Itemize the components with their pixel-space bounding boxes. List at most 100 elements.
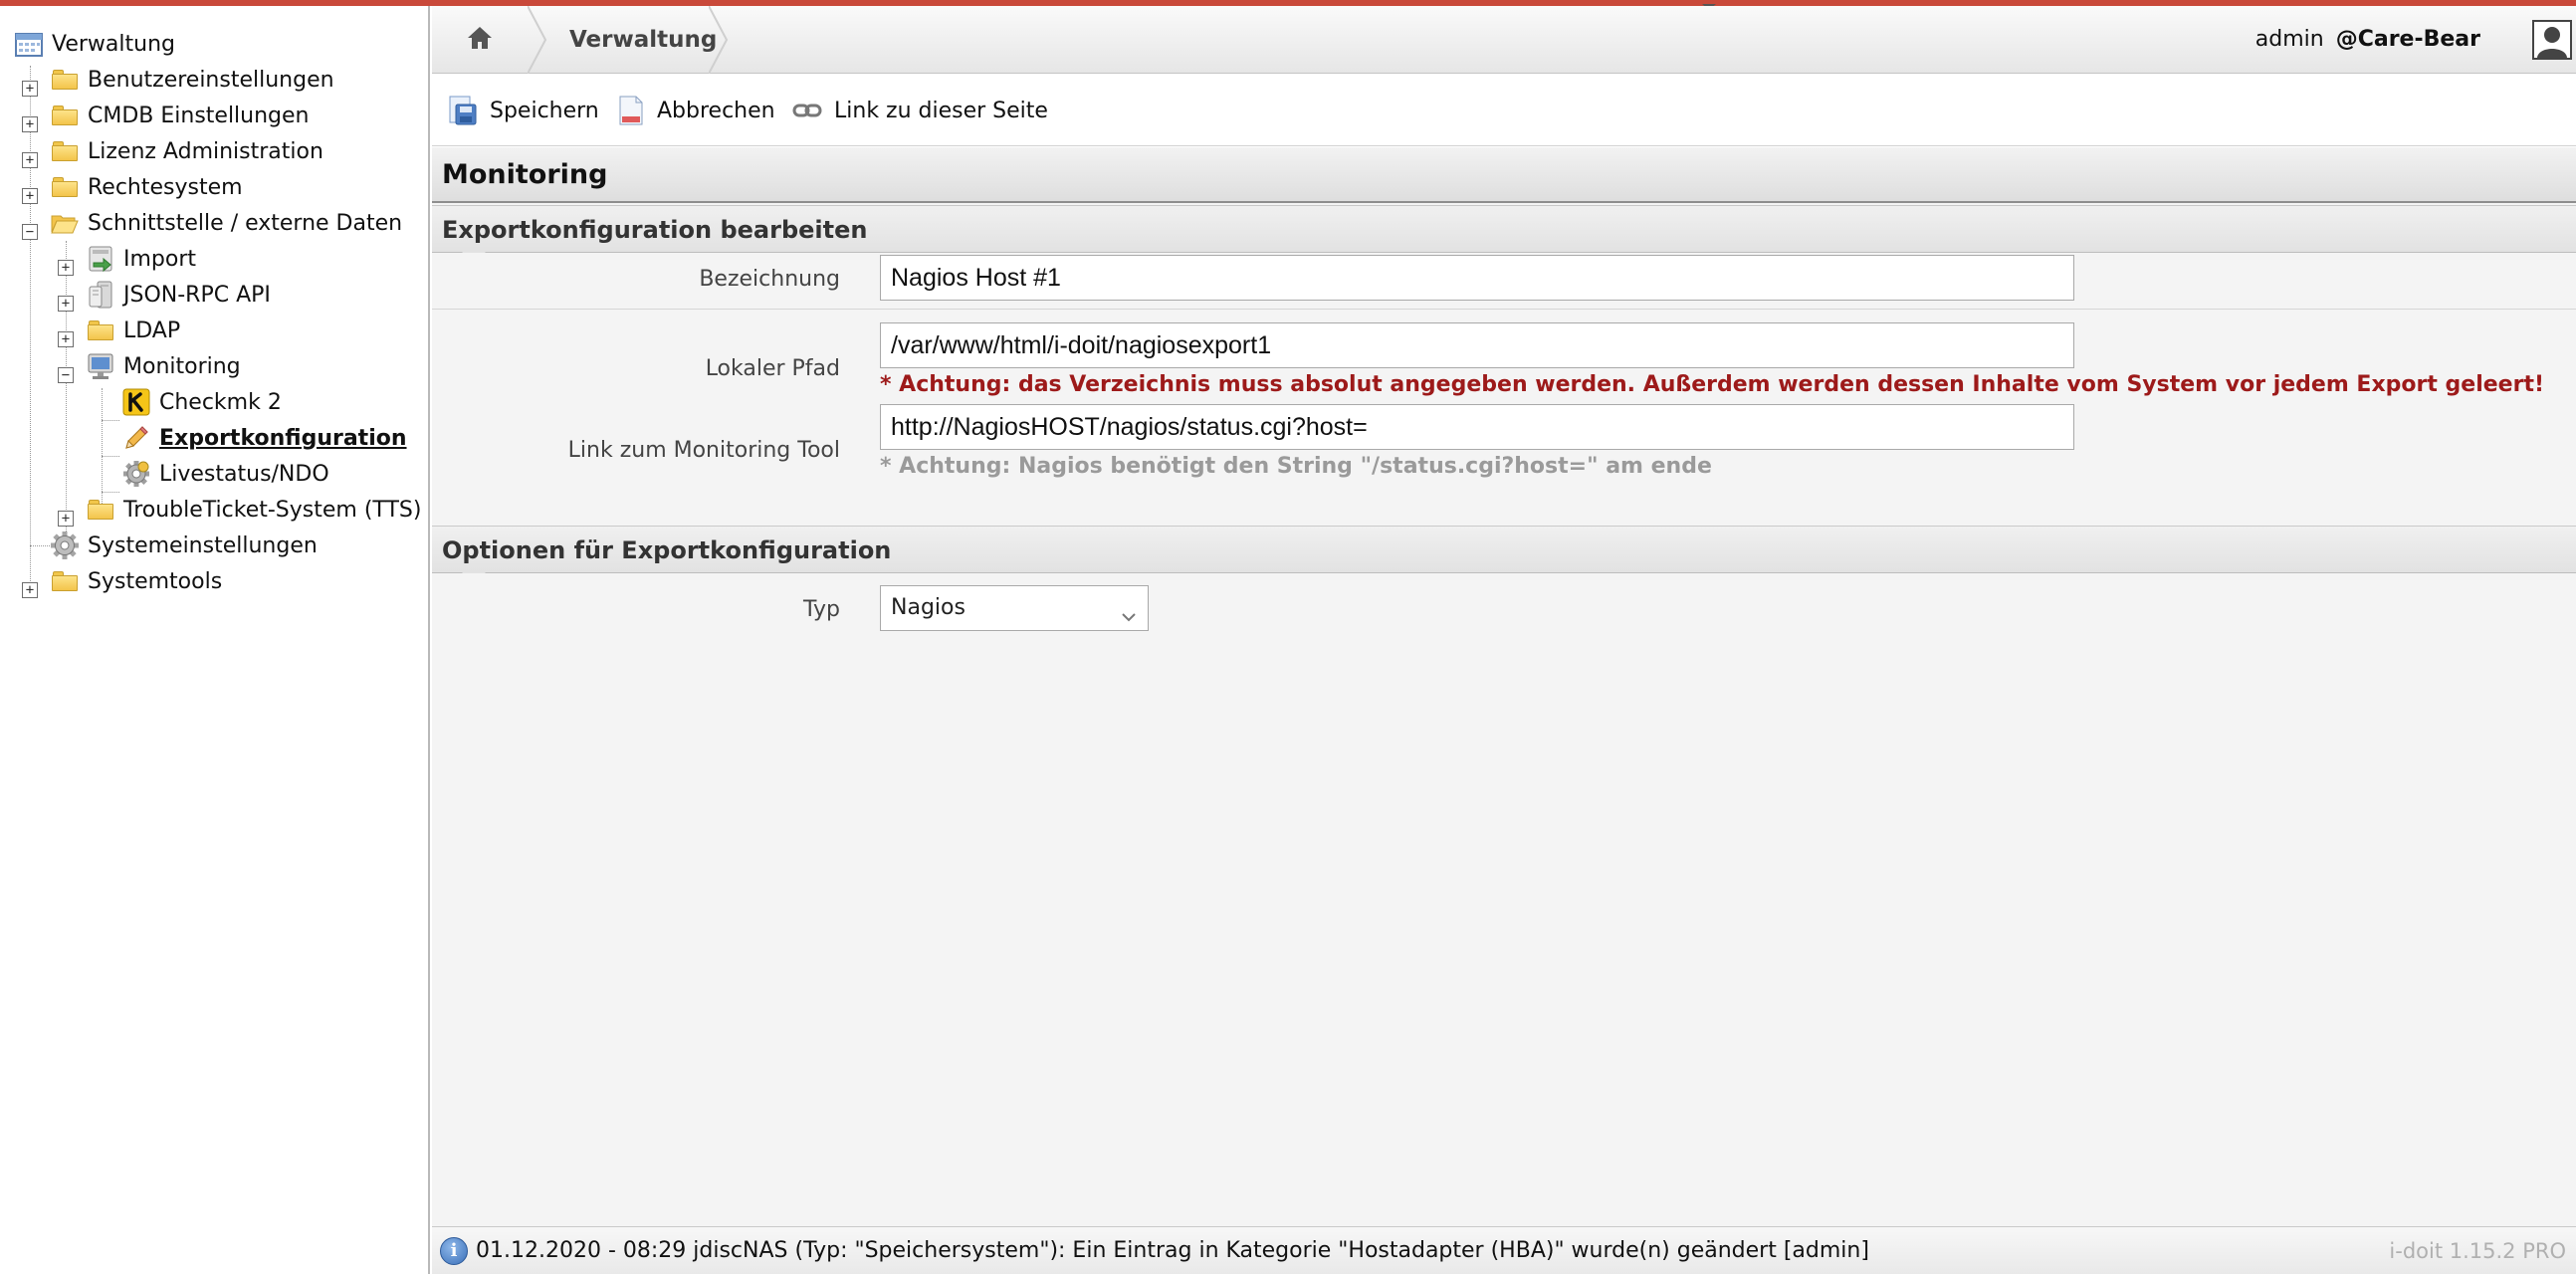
edit-form: Bezeichnung Nagios Host #1 Lokaler Pfad … — [432, 253, 2576, 479]
expand-toggle[interactable]: + — [58, 260, 74, 276]
sidebar-item-systemeinstellungen[interactable]: Systemeinstellungen — [50, 528, 318, 563]
save-icon — [448, 95, 478, 126]
top-header: Verwaltung admin @Care-Bear — [432, 6, 2576, 74]
sidebar-item-tts[interactable]: TroubleTicket-System (TTS) — [86, 492, 421, 528]
expand-toggle[interactable]: + — [22, 116, 38, 132]
save-button[interactable]: Speichern — [448, 75, 599, 146]
monitor-icon — [86, 352, 115, 380]
tree-line — [102, 388, 103, 506]
section-title: Optionen für Exportkonfiguration — [442, 536, 892, 564]
tree-root-verwaltung[interactable]: Verwaltung — [14, 26, 175, 62]
user-info[interactable]: admin @Care-Bear — [2255, 6, 2480, 74]
link-label: Link zu dieser Seite — [834, 98, 1048, 123]
info-icon: i — [440, 1237, 468, 1265]
folder-icon — [50, 137, 80, 165]
expand-toggle[interactable]: + — [58, 511, 74, 527]
tenant-name: @Care-Bear — [2335, 27, 2480, 52]
expand-toggle[interactable]: + — [58, 296, 74, 312]
sidebar-item-benutzereinstellungen[interactable]: Benutzereinstellungen — [50, 62, 334, 98]
folder-open-icon — [50, 209, 80, 237]
sidebar-item-livestatus[interactable]: Livestatus/NDO — [121, 456, 329, 492]
version-label: i-doit 1.15.2 PRO — [2389, 1239, 2566, 1263]
gear-icon — [50, 531, 80, 559]
home-button[interactable] — [432, 6, 528, 74]
sidebar-item-import[interactable]: Import — [86, 241, 196, 277]
sidebar-item-lizenz[interactable]: Lizenz Administration — [50, 133, 323, 169]
sidebar-item-schnittstelle[interactable]: Schnittstelle / externe Daten — [50, 205, 402, 241]
sidebar-item-label: Livestatus/NDO — [159, 461, 329, 487]
expand-toggle[interactable]: + — [22, 582, 38, 598]
folder-icon — [50, 173, 80, 201]
sidebar-item-label: TroubleTicket-System (TTS) — [123, 497, 422, 523]
section-title: Exportkonfiguration bearbeiten — [442, 216, 868, 244]
pfad-warning: * Achtung: das Verzeichnis muss absolut … — [880, 372, 2544, 397]
monitoring-link-input[interactable]: http://NagiosHOST/nagios/status.cgi?host… — [880, 404, 2074, 450]
sidebar-item-label: Schnittstelle / externe Daten — [88, 210, 403, 236]
sidebar-item-exportkonfiguration[interactable]: Exportkonfiguration — [121, 420, 407, 456]
breadcrumb-verwaltung[interactable]: Verwaltung — [569, 6, 717, 74]
action-toolbar: Speichern Abbrechen Link zu dieser Seite — [432, 75, 2576, 146]
server-icon — [86, 281, 115, 309]
folder-icon — [50, 102, 80, 129]
home-icon — [467, 26, 493, 54]
lokaler-pfad-label: Lokaler Pfad — [705, 356, 840, 381]
import-icon — [86, 245, 115, 273]
status-bar: i 01.12.2020 - 08:29 jdiscNAS (Typ: "Spe… — [432, 1226, 2576, 1274]
gear-icon — [121, 460, 151, 488]
cancel-icon — [617, 95, 645, 126]
cancel-label: Abbrechen — [657, 98, 775, 123]
sidebar-item-label: Import — [123, 246, 197, 272]
options-form: Typ Nagios — [432, 573, 2576, 673]
tree-line — [102, 420, 119, 421]
bezeichnung-input[interactable]: Nagios Host #1 — [880, 255, 2074, 301]
pencil-icon — [121, 424, 151, 452]
expand-toggle[interactable]: + — [22, 188, 38, 204]
sidebar-item-checkmk[interactable]: Checkmk 2 — [121, 384, 282, 420]
row-separator — [432, 309, 2576, 310]
collapse-toggle[interactable]: − — [58, 367, 74, 383]
lokaler-pfad-input[interactable]: /var/www/html/i-doit/nagiosexport1 — [880, 322, 2074, 368]
page-title: Monitoring — [432, 147, 2576, 203]
monitoring-link-label: Link zum Monitoring Tool — [567, 438, 840, 463]
save-label: Speichern — [490, 98, 599, 123]
sidebar-item-ldap[interactable]: LDAP — [86, 313, 180, 348]
sidebar-item-monitoring[interactable]: Monitoring — [86, 348, 241, 384]
sidebar-item-label: Benutzereinstellungen — [88, 67, 334, 93]
username: admin — [2254, 27, 2324, 52]
typ-selected-value: Nagios — [891, 595, 966, 620]
expand-toggle[interactable]: + — [22, 152, 38, 168]
chevron-down-icon — [1120, 598, 1138, 642]
avatar[interactable] — [2532, 20, 2572, 60]
collapse-toggle[interactable]: − — [22, 224, 38, 240]
breadcrumb-separator — [709, 6, 729, 74]
sidebar-item-json-rpc[interactable]: JSON-RPC API — [86, 277, 271, 313]
folder-icon — [86, 496, 115, 524]
tree-line — [30, 66, 31, 593]
section-header-options: Optionen für Exportkonfiguration — [432, 526, 2576, 586]
sidebar-item-label: Exportkonfiguration — [159, 425, 407, 451]
checkmk-icon — [121, 388, 151, 416]
sidebar-item-label: Systemeinstellungen — [88, 532, 318, 558]
tree-root-label: Verwaltung — [52, 31, 175, 57]
tree-line — [30, 545, 50, 546]
sidebar-item-rechtesystem[interactable]: Rechtesystem — [50, 169, 243, 205]
sidebar-item-label: Checkmk 2 — [159, 389, 282, 415]
sidebar-item-systemtools[interactable]: Systemtools — [50, 563, 222, 599]
expand-toggle[interactable]: + — [22, 81, 38, 97]
expand-toggle[interactable]: + — [58, 331, 74, 347]
sidebar-item-cmdb[interactable]: CMDB Einstellungen — [50, 98, 310, 133]
sidebar-item-label: LDAP — [123, 318, 181, 343]
breadcrumb-separator — [528, 6, 547, 74]
status-message[interactable]: 01.12.2020 - 08:29 jdiscNAS (Typ: "Speic… — [476, 1227, 1869, 1275]
cancel-button[interactable]: Abbrechen — [617, 75, 775, 146]
section-header-edit: Exportkonfiguration bearbeiten — [432, 205, 2576, 266]
link-to-page-button[interactable]: Link zu dieser Seite — [792, 75, 1048, 146]
folder-icon — [50, 66, 80, 94]
link-hint: * Achtung: Nagios benötigt den String "/… — [880, 454, 1712, 479]
sidebar-tree: Verwaltung + Benutzereinstellungen + CMD… — [0, 6, 430, 1274]
sidebar-item-label: JSON-RPC API — [123, 282, 271, 308]
bezeichnung-label: Bezeichnung — [699, 267, 840, 292]
typ-select[interactable]: Nagios — [880, 585, 1149, 631]
sidebar-item-label: Lizenz Administration — [88, 138, 323, 164]
sidebar-item-label: Systemtools — [88, 568, 223, 594]
